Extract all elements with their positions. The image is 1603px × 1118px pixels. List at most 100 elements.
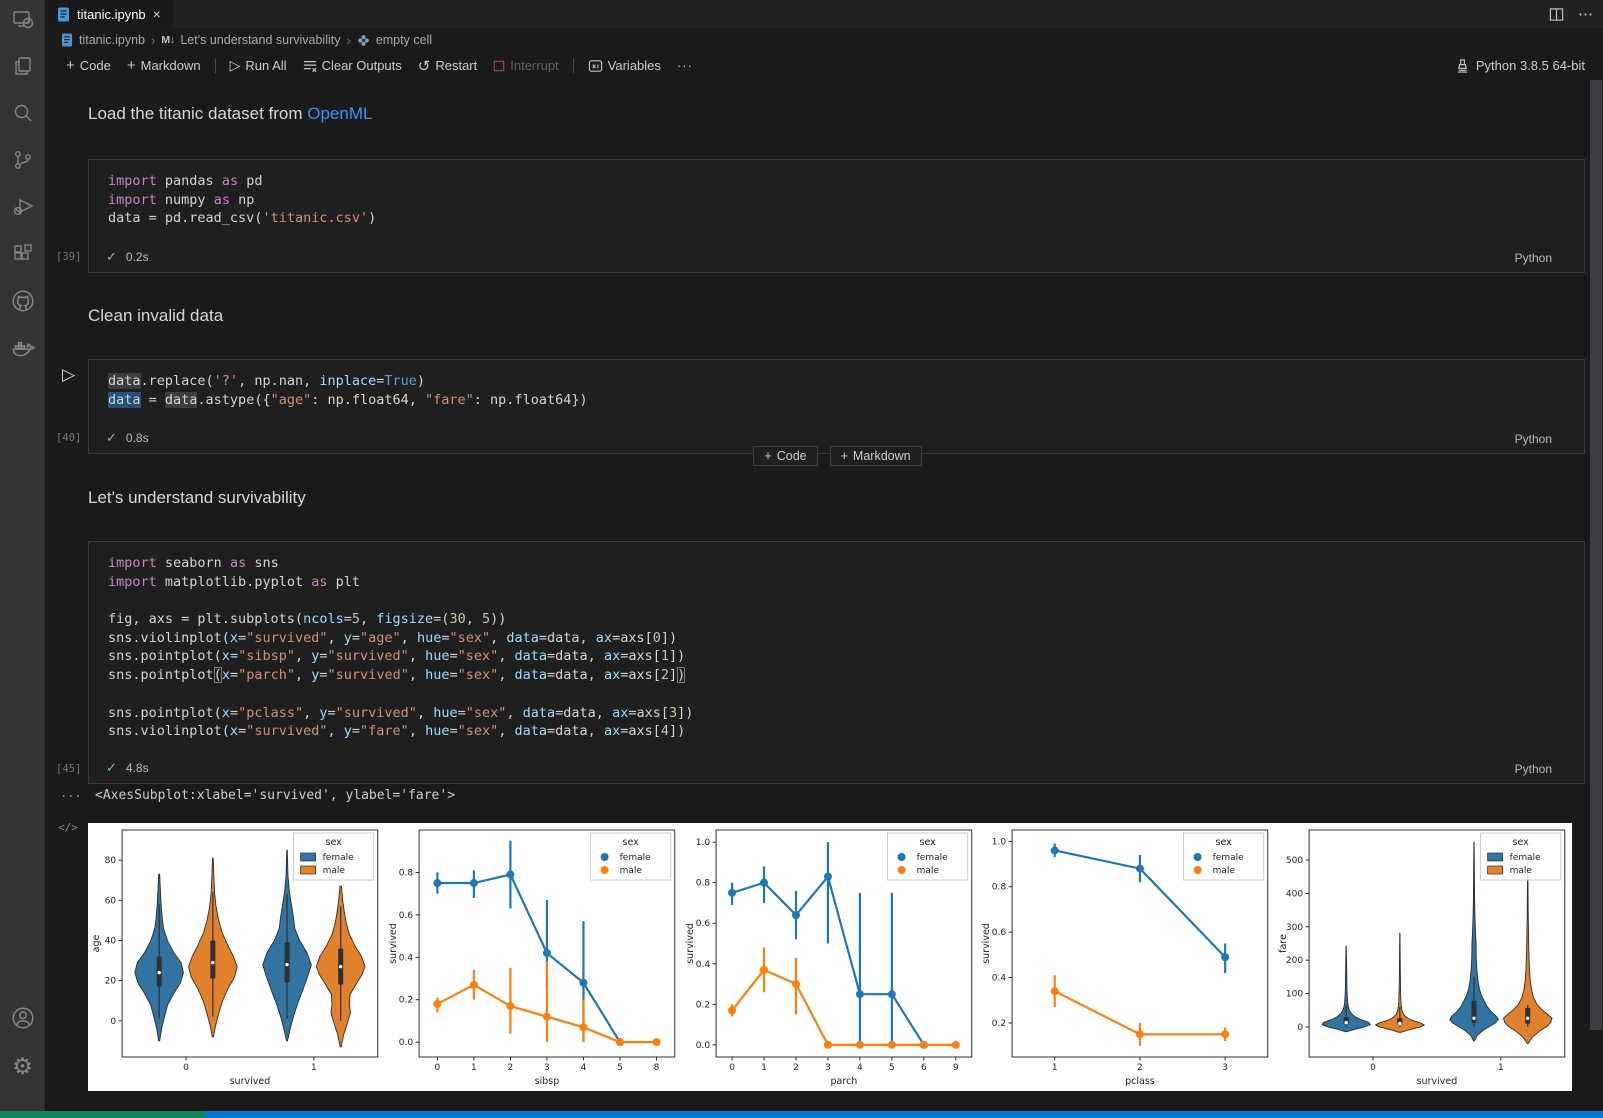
- variables-button[interactable]: Variables: [580, 54, 669, 78]
- svg-text:0.4: 0.4: [695, 960, 710, 970]
- variables-icon: [588, 59, 603, 73]
- success-check-icon: ✓: [106, 760, 117, 776]
- openml-link[interactable]: OpenML: [307, 104, 372, 123]
- cell-language[interactable]: Python: [1515, 432, 1552, 446]
- svg-text:8: 8: [653, 1063, 659, 1073]
- source-control-icon[interactable]: [0, 140, 45, 180]
- svg-text:0.0: 0.0: [399, 1038, 414, 1048]
- notebook-file-icon: [61, 33, 73, 47]
- exec-time: 0.2s: [126, 250, 149, 264]
- svg-text:sex: sex: [919, 837, 936, 848]
- search-icon[interactable]: [0, 93, 45, 133]
- svg-text:0.6: 0.6: [695, 919, 710, 929]
- svg-text:100: 100: [1286, 990, 1303, 1000]
- svg-text:0: 0: [729, 1063, 735, 1073]
- remote-indicator[interactable]: [0, 1111, 205, 1118]
- code-cell-clean[interactable]: data.replace('?', np.nan, inplace=True)d…: [88, 359, 1585, 454]
- account-icon[interactable]: [0, 998, 45, 1038]
- svg-text:female: female: [1213, 853, 1245, 863]
- code-line: import matplotlib.pyplot as plt: [108, 573, 1584, 592]
- markdown-text: Load the titanic dataset from: [88, 104, 307, 123]
- svg-text:parch: parch: [830, 1076, 857, 1087]
- insert-markdown-button[interactable]: +Markdown: [830, 446, 922, 466]
- insert-code-button[interactable]: +Code: [753, 446, 817, 466]
- chevron-right-icon: ›: [346, 33, 350, 48]
- split-editor-icon[interactable]: [1549, 7, 1564, 22]
- run-all-button[interactable]: ▷Run All: [222, 54, 295, 78]
- svg-text:0.2: 0.2: [992, 1019, 1006, 1029]
- extensions-icon[interactable]: [0, 234, 45, 274]
- run-cell-button[interactable]: ▷: [62, 365, 75, 385]
- github-icon[interactable]: [0, 281, 45, 321]
- svg-text:0: 0: [1298, 1023, 1304, 1033]
- tab-close-icon[interactable]: ×: [153, 7, 161, 21]
- status-bar-main[interactable]: [205, 1111, 1603, 1118]
- svg-text:1: 1: [1498, 1063, 1504, 1073]
- interrupt-icon: [493, 60, 505, 72]
- kernel-label: Python 3.8.5 64-bit: [1476, 58, 1585, 73]
- svg-text:2: 2: [507, 1063, 513, 1073]
- rendered-output-icon[interactable]: </>: [58, 821, 78, 834]
- svg-text:0: 0: [110, 1017, 116, 1027]
- settings-gear-icon[interactable]: ⚙: [0, 1046, 45, 1086]
- explorer-icon[interactable]: [0, 46, 45, 86]
- code-line: sns.pointplot(x="pclass", y="survived", …: [108, 704, 1584, 723]
- code-line: import numpy as np: [108, 191, 1584, 210]
- add-code-button[interactable]: +Code: [58, 54, 119, 78]
- markdown-cell-survivability[interactable]: Let's understand survivability: [88, 488, 306, 508]
- svg-text:5: 5: [617, 1063, 623, 1073]
- add-markdown-button[interactable]: +Markdown: [119, 54, 209, 78]
- svg-text:0.6: 0.6: [399, 911, 414, 921]
- code-cell-imports[interactable]: import pandas as pdimport numpy as npdat…: [88, 159, 1585, 273]
- svg-text:sex: sex: [622, 837, 639, 848]
- code-cell-plots[interactable]: import seaborn as snsimport matplotlib.p…: [88, 541, 1585, 784]
- cell-status: ✓0.8s: [106, 430, 149, 446]
- restart-icon: ↺: [418, 57, 431, 75]
- interrupt-button[interactable]: Interrupt: [485, 54, 566, 78]
- svg-text:1.0: 1.0: [992, 837, 1007, 847]
- breadcrumb-section[interactable]: Let's understand survivability: [180, 33, 340, 47]
- restart-button[interactable]: ↺Restart: [410, 54, 485, 78]
- svg-text:survived: survived: [981, 923, 992, 964]
- tab-title: titanic.ipynb: [77, 7, 146, 22]
- kernel-picker[interactable]: Python 3.8.5 64-bit: [1455, 52, 1585, 79]
- cell-language[interactable]: Python: [1515, 762, 1552, 776]
- editor-scrollbar[interactable]: [1590, 80, 1602, 1030]
- remote-explorer-icon[interactable]: [0, 0, 45, 40]
- cell-status: ✓ 0.2s: [106, 249, 149, 265]
- code-line: fig, axs = plt.subplots(ncols=5, figsize…: [108, 610, 1584, 629]
- markdown-cell-clean[interactable]: Clean invalid data: [88, 306, 223, 326]
- code-editor[interactable]: data.replace('?', np.nan, inplace=True)d…: [89, 360, 1584, 409]
- editor-more-actions-icon[interactable]: ⋯: [1578, 5, 1593, 23]
- notebook-file-icon: [57, 7, 70, 22]
- markdown-cell-icon: M↓: [161, 34, 174, 46]
- text-output: <AxesSubplot:xlabel='survived', ylabel='…: [95, 788, 455, 803]
- breadcrumb-file[interactable]: titanic.ipynb: [79, 33, 145, 47]
- status-bar: [0, 1111, 1603, 1118]
- code-line: sns.violinplot(x="survived", y="age", hu…: [108, 629, 1584, 648]
- execution-count: [45]: [56, 763, 86, 775]
- cell-symbol-icon: [357, 34, 370, 47]
- svg-text:4: 4: [580, 1063, 586, 1073]
- code-line: import pandas as pd: [108, 172, 1584, 191]
- svg-text:0.2: 0.2: [399, 996, 413, 1006]
- collapsed-output-icon[interactable]: ...: [60, 786, 82, 800]
- svg-text:0: 0: [1370, 1063, 1376, 1073]
- code-editor[interactable]: import seaborn as snsimport matplotlib.p…: [89, 542, 1584, 741]
- svg-text:0: 0: [434, 1063, 440, 1073]
- cell-language[interactable]: Python: [1515, 251, 1552, 265]
- svg-text:0.8: 0.8: [399, 868, 414, 878]
- code-line: sns.pointplot(x="parch", y="survived", h…: [108, 666, 1584, 685]
- svg-text:1: 1: [311, 1063, 317, 1073]
- success-check-icon: ✓: [106, 249, 117, 265]
- markdown-cell-load[interactable]: Load the titanic dataset from OpenML: [88, 104, 372, 124]
- toolbar-more-icon[interactable]: ···: [669, 54, 701, 78]
- notebook: Load the titanic dataset from OpenML imp…: [45, 79, 1603, 1111]
- tab-titanic-ipynb[interactable]: titanic.ipynb ×: [45, 0, 173, 28]
- clear-outputs-button[interactable]: Clear Outputs: [295, 54, 410, 78]
- notebook-toolbar: +Code +Markdown ▷Run All Clear Outputs ↺…: [45, 52, 1603, 79]
- code-editor[interactable]: import pandas as pdimport numpy as npdat…: [89, 160, 1584, 228]
- run-debug-icon[interactable]: [0, 187, 45, 227]
- breadcrumb-cell[interactable]: empty cell: [376, 33, 432, 47]
- docker-icon[interactable]: [0, 328, 45, 368]
